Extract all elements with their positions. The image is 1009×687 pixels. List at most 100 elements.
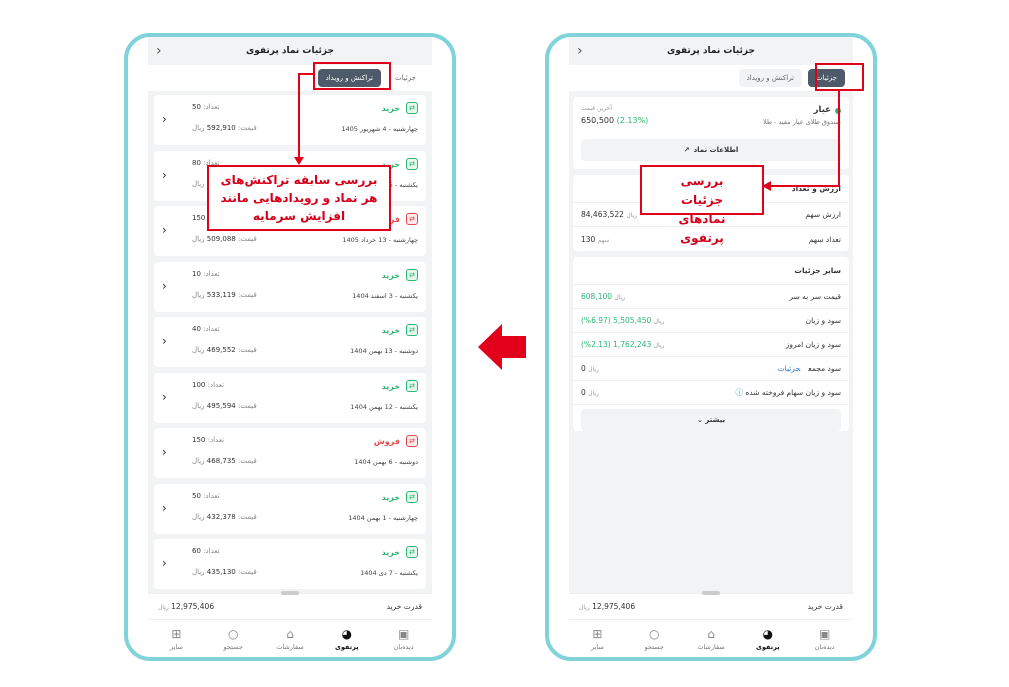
transaction-date: دوشنبه - 13 بهمن 1404 — [350, 347, 418, 355]
buying-power-bar: قدرت خرید 12,975,406 ریال — [148, 591, 432, 619]
currency-label: ریال — [192, 512, 205, 521]
callout-details: بررسی جزئیات نمادهای پرتفوی — [640, 165, 764, 245]
transaction-item[interactable]: ⇄ خرید چهارشنبه - 4 شهریور 1405 تعداد: 50 قی… — [154, 95, 426, 145]
today-pnl: ریال 1,762,243 (2.13%) — [581, 340, 664, 349]
portfolio-icon: ◕ — [341, 626, 353, 641]
nav-search[interactable]: ○ جستجو — [631, 627, 677, 651]
transaction-type-icon: ⇄ — [406, 435, 418, 447]
qty-label: تعداد: — [203, 547, 220, 555]
nav-portfolio[interactable]: ◕ پرتفوی — [324, 627, 370, 651]
nav-portfolio[interactable]: ◕ پرتفوی — [745, 627, 791, 651]
pnl-row: سود و زیان ریال 5,505,450 (6.97%) — [573, 309, 849, 333]
chevron-left-icon[interactable]: ‹ — [162, 445, 167, 459]
currency-label: ریال — [626, 212, 638, 219]
currency-label: ریال — [192, 179, 205, 188]
currency-label: ریال — [579, 604, 590, 611]
currency-label: ریال — [192, 346, 205, 354]
chevron-left-icon[interactable]: ‹ — [162, 556, 167, 570]
price-label: قیمت: — [237, 401, 257, 410]
chevron-left-icon[interactable]: ‹ — [162, 279, 167, 293]
share-count-number: 130 — [581, 234, 596, 244]
transaction-qty: تعداد: 60 — [192, 547, 220, 555]
watchlist-icon: ▣ — [397, 626, 410, 641]
qty-label: تعداد: — [207, 436, 225, 444]
qty-value: 10 — [192, 269, 201, 278]
chevron-left-icon[interactable]: ‹ — [162, 168, 167, 182]
pnl-number: 5,505,450 (6.97%) — [581, 316, 652, 325]
price-value: 432,378 — [206, 512, 236, 521]
transaction-date: چهارشنبه - 1 بهمن 1404 — [348, 513, 418, 522]
transaction-type-icon: ⇄ — [406, 546, 418, 558]
chevron-left-icon[interactable]: ‹ — [162, 223, 167, 237]
nav-label: سایر — [591, 642, 604, 651]
more-label: بیشتر — [705, 416, 726, 424]
buying-power-number: 12,975,406 — [592, 602, 636, 611]
transaction-item[interactable]: ⇄ خرید یکشنبه - 12 بهمن 1404 تعداد: 100 قیمت… — [154, 372, 426, 423]
sheet-handle[interactable] — [702, 591, 720, 595]
currency-label: ریال — [588, 390, 599, 397]
qty-label: تعداد: — [207, 380, 225, 389]
price-value: 435,130 — [206, 568, 236, 576]
nav-watchlist[interactable]: ▣ دیده‌بان — [802, 627, 848, 651]
nav-orders[interactable]: ⌂ سفارشات — [267, 627, 313, 651]
currency-label: ریال — [192, 124, 205, 132]
more-icon: ⊞ — [592, 626, 603, 641]
tab-transactions[interactable]: تراکنش و رویداد — [738, 69, 803, 87]
total-profit-details-link[interactable]: جزئیات — [778, 364, 801, 373]
pnl: ریال 5,505,450 (6.97%) — [581, 316, 664, 325]
transaction-date: یکشنبه - 7 دی 1404 — [360, 569, 418, 577]
breakeven-label: قیمت سر به سر — [789, 292, 841, 301]
sheet-handle[interactable] — [281, 591, 299, 595]
qty-label: تعداد: — [203, 269, 220, 278]
price-value: 495,594 — [206, 401, 236, 410]
transaction-type-icon: ⇄ — [406, 213, 418, 225]
transaction-qty: تعداد: 100 — [192, 381, 224, 389]
transaction-type: خرید — [381, 492, 400, 502]
highlight-details-tab — [815, 63, 864, 91]
transaction-type: خرید — [381, 104, 400, 113]
price-label: قیمت: — [237, 124, 257, 132]
qty-value: 50 — [192, 491, 201, 500]
price-value: 533,119 — [206, 290, 236, 299]
currency-label: ریال — [192, 568, 205, 576]
nav-search[interactable]: ○ جستجو — [210, 627, 256, 651]
transaction-type: خرید — [381, 270, 400, 280]
transaction-type: خرید — [381, 548, 400, 557]
buying-power-label: قدرت خرید — [807, 602, 843, 611]
price-label: قیمت: — [237, 512, 257, 521]
chevron-left-icon[interactable]: ‹ — [162, 334, 167, 348]
chevron-down-icon: ⌄ — [696, 416, 703, 424]
more-button[interactable]: بیشتر ⌄ — [581, 409, 841, 431]
transaction-item[interactable]: ⇄ خرید یکشنبه - 7 دی 1404 تعداد: 60 قیمت: 43… — [154, 539, 426, 589]
transaction-qty: تعداد: 10 — [192, 270, 220, 278]
breakeven-row: قیمت سر به سر ریال 608,100 — [573, 285, 849, 309]
qty-label: تعداد: — [203, 103, 220, 111]
nav-watchlist[interactable]: ▣ دیده‌بان — [381, 627, 427, 651]
chevron-left-icon[interactable]: ‹ — [162, 390, 167, 404]
symbol-info-button[interactable]: اطلاعات نماد ↗ — [581, 139, 841, 161]
back-chevron-icon[interactable]: ‹ — [156, 43, 162, 59]
chevron-left-icon[interactable]: ‹ — [162, 501, 167, 515]
transaction-item[interactable]: ⇄ فروش دوشنبه - 6 بهمن 1404 تعداد: 150 قیمت:… — [154, 428, 426, 478]
help-icon[interactable]: ⓘ — [735, 388, 743, 397]
nav-orders[interactable]: ⌂ سفارشات — [688, 627, 734, 651]
external-link-icon: ↗ — [683, 146, 690, 154]
nav-label: پرتفوی — [755, 642, 780, 651]
pnl-label: سود و زیان — [805, 316, 841, 325]
callout-connector — [298, 73, 300, 159]
nav-more[interactable]: ⊞ سایر — [153, 627, 199, 651]
currency-label: ریال — [588, 366, 599, 373]
nav-label: دیده‌بان — [393, 642, 414, 651]
back-chevron-icon[interactable]: ‹ — [577, 43, 583, 59]
transaction-item[interactable]: ⇄ خرید دوشنبه - 13 بهمن 1404 تعداد: 40 قیمت:… — [154, 317, 426, 367]
chevron-left-icon[interactable]: ‹ — [162, 112, 167, 126]
callout-connector — [298, 73, 314, 75]
buying-power-value: 12,975,406 ریال — [579, 602, 635, 611]
currency-label: ریال — [653, 342, 665, 349]
nav-more[interactable]: ⊞ سایر — [574, 627, 620, 651]
tab-details[interactable]: جزئیات — [387, 69, 424, 87]
breakeven-number: 608,100 — [581, 292, 613, 301]
transaction-item[interactable]: ⇄ خرید یکشنبه - 3 اسفند 1404 تعداد: 10 قیمت:… — [154, 261, 426, 312]
transaction-item[interactable]: ⇄ خرید چهارشنبه - 1 بهمن 1404 تعداد: 50 قیمت… — [154, 483, 426, 534]
price-label: قیمت: — [237, 568, 257, 576]
